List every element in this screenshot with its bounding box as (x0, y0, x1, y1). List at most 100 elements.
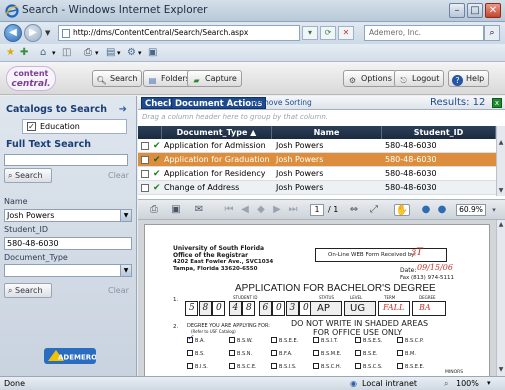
doc-online-label: On-Line WEB Form Received by: (328, 252, 417, 258)
print-icon[interactable]: ⎙ (84, 47, 92, 59)
table-row[interactable]: ✔ Change of Address Josh Powers 580-48-6… (138, 181, 496, 195)
zoom-magnifier-icon[interactable]: ⌕ (444, 377, 448, 390)
doc-degree-label: B.I.S. (195, 364, 208, 370)
print-document-icon[interactable]: ⎙ (148, 204, 160, 216)
cell-student-id: 580-48-6030 (385, 141, 437, 150)
row-checkbox[interactable] (141, 156, 149, 164)
field-search-button[interactable]: ⌕ Search (4, 283, 52, 298)
zoom-out-icon[interactable]: ● (420, 204, 432, 216)
doc-degree-checkbox (229, 337, 235, 343)
scroll-down-icon[interactable]: ▼ (497, 366, 505, 374)
research-icon[interactable]: ▣ (148, 47, 157, 59)
doc-student-id-digit-box: 5 (185, 301, 198, 316)
doc-degree-label: B.S.I.T. (321, 338, 338, 344)
add-favorite-icon[interactable]: ✚ (20, 47, 28, 59)
zoom-level-input[interactable]: 60.9% (456, 204, 486, 216)
zoom-dropdown-icon[interactable]: ▾ (490, 204, 498, 216)
doc-student-id-caption: STUDENT ID (233, 295, 258, 300)
fulltext-clear-link[interactable]: Clear (108, 171, 129, 180)
column-header-student-id[interactable]: Student_ID (382, 126, 496, 139)
chevron-down-icon[interactable]: ▼ (120, 265, 131, 276)
catalog-checkbox[interactable]: ✓ (27, 122, 36, 131)
row-checkbox[interactable] (141, 142, 149, 150)
document-view: University of South Florida Office of th… (138, 220, 496, 376)
doc-degree-option: B.S.C.S. (355, 363, 383, 371)
page-dropdown-icon[interactable]: ▾ (117, 47, 121, 59)
name-select[interactable]: Josh Powers ▼ (4, 209, 132, 222)
fit-page-icon[interactable]: ⤢ (368, 204, 380, 216)
address-input[interactable]: http://dms/ContentCentral/Search/Search.… (58, 25, 300, 41)
logout-button[interactable]: ⎋ Logout (394, 70, 445, 87)
maximize-button[interactable]: □ (467, 3, 483, 18)
table-row-selected[interactable]: ✔ Application for Graduation Josh Powers… (138, 153, 496, 167)
fit-width-icon[interactable]: ⇔ (348, 204, 360, 216)
history-dropdown-icon[interactable]: ▼ (45, 29, 50, 37)
favorites-star-icon[interactable]: ★ (6, 47, 15, 59)
last-page-icon[interactable]: ⏭ (288, 204, 298, 216)
cell-student-id: 580-48-6030 (385, 183, 437, 192)
doc-item1: 1. (173, 297, 179, 303)
options-button[interactable]: ⚙ Options (343, 70, 397, 87)
home-dropdown-icon[interactable]: ▾ (52, 47, 56, 59)
doctype-select[interactable]: ▼ (4, 264, 132, 277)
row-checkbox[interactable] (141, 184, 149, 192)
email-document-icon[interactable]: ✉ (192, 204, 206, 216)
zoom-in-icon[interactable]: ● (436, 204, 448, 216)
grid-scrollbar[interactable]: ▲ ▼ (496, 126, 505, 196)
catalog-checkbox-row[interactable]: ✓ Education (22, 119, 127, 134)
doc-student-id-digit: 3 (289, 303, 296, 313)
feeds-icon[interactable]: ◫ (62, 47, 71, 59)
prev-page-icon[interactable]: ◀ (240, 204, 250, 216)
fulltext-input[interactable] (4, 154, 128, 166)
column-header-name[interactable]: Name (272, 126, 382, 139)
save-document-icon[interactable]: ▣ (170, 204, 182, 216)
table-row[interactable]: ✔ Application for Admission Josh Powers … (138, 139, 496, 153)
field-clear-link[interactable]: Clear (108, 286, 129, 295)
refresh-icon[interactable]: ⟳ (320, 26, 336, 40)
student-id-label: Student_ID (4, 225, 49, 234)
next-page-icon[interactable]: ▶ (272, 204, 282, 216)
remove-sorting-link[interactable]: Remove Sorting (252, 98, 312, 107)
browser-search-icon[interactable]: ⌕ (484, 25, 500, 41)
status-zoom-dropdown-icon[interactable]: ▾ (487, 377, 491, 390)
fulltext-search-button[interactable]: ⌕ Search (4, 168, 52, 183)
scroll-up-icon[interactable]: ▲ (497, 221, 505, 229)
close-window-button[interactable]: ✕ (485, 3, 501, 18)
print-dropdown-icon[interactable]: ▾ (95, 47, 99, 59)
home-icon[interactable]: ⌂ (40, 47, 46, 59)
options-gear-icon: ⚙ (348, 76, 357, 85)
pan-hand-icon[interactable]: ✋ (394, 204, 410, 216)
doc-item2-note: (Refer to USF Catalog) (191, 329, 236, 334)
stop-icon[interactable]: ✕ (338, 26, 354, 40)
ademero-logo-text: ADEMERO (58, 354, 96, 362)
browser-search-input[interactable]: Ademero, Inc. (364, 25, 484, 41)
minimize-button[interactable]: – (449, 3, 465, 18)
tools-icon[interactable]: ⚙ (127, 47, 136, 59)
doc-online-box: On-Line WEB Form Received by: ɜT (315, 247, 447, 262)
tools-dropdown-icon[interactable]: ▾ (138, 47, 142, 59)
page-menu-icon[interactable]: ▤ (106, 47, 115, 59)
row-checkbox[interactable] (141, 170, 149, 178)
help-button[interactable]: ? Help (448, 70, 490, 87)
column-header-doctype[interactable]: Document_Type ▲ (162, 126, 272, 139)
collapse-arrow-icon[interactable]: ➜ (119, 105, 127, 115)
results-toolbar: Check Document Actions Remove Sorting Re… (138, 96, 505, 110)
forward-button[interactable]: ▶ (24, 24, 42, 42)
page-number-input[interactable]: 1 (310, 204, 324, 216)
table-row[interactable]: ✔ Application for Residency Josh Powers … (138, 167, 496, 181)
search-nav-button[interactable]: 🔍︎ Search (92, 70, 143, 87)
doc-status-box: AP (310, 301, 342, 316)
scroll-down-icon[interactable]: ▼ (497, 187, 505, 195)
doc-date-value: 09/15/06 (417, 263, 453, 272)
capture-nav-button[interactable]: ▰ Capture (187, 70, 242, 87)
status-zoom[interactable]: 100% (456, 377, 479, 390)
document-scrollbar[interactable]: ▲ ▼ (496, 220, 505, 376)
first-page-icon[interactable]: ⏮ (224, 204, 234, 216)
rotate-icon[interactable]: ◆ (256, 204, 266, 216)
address-dropdown-icon[interactable]: ▾ (302, 26, 318, 40)
back-button[interactable]: ◀ (4, 24, 22, 42)
scroll-up-icon[interactable]: ▲ (497, 139, 505, 147)
export-excel-icon[interactable]: x (492, 98, 502, 108)
student-id-input[interactable]: 580-48-6030 (4, 237, 132, 250)
chevron-down-icon[interactable]: ▼ (120, 210, 131, 221)
